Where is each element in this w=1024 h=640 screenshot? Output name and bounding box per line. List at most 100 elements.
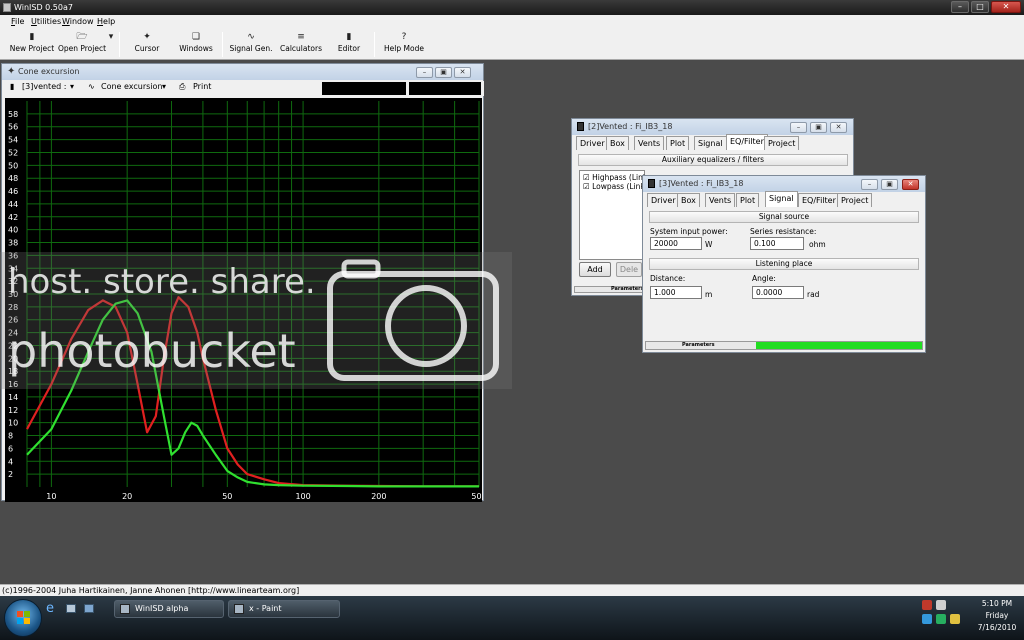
eq-window-title-bar[interactable]: [2]Vented : Fi_IB3_18 – ▣ ✕ bbox=[572, 119, 853, 135]
graph-toolbar: ▮ [3]vented : ▾ ∿ Cone excursion ▾ ⎙ Pri… bbox=[4, 81, 484, 96]
chevron-down-icon[interactable]: ▾ bbox=[162, 82, 166, 91]
y-tick-label: 4 bbox=[8, 457, 13, 466]
filter-list[interactable]: ☑ Highpass (Link ☑ Lowpass (Link bbox=[579, 170, 647, 260]
window-close-icon[interactable]: ✕ bbox=[830, 122, 847, 133]
update-icon[interactable] bbox=[922, 614, 932, 624]
tab-project[interactable]: Project bbox=[764, 136, 800, 150]
window-restore-icon[interactable]: ▣ bbox=[810, 122, 827, 133]
minimize-icon[interactable]: – bbox=[951, 1, 969, 13]
menu-utilities[interactable]: Utilities bbox=[31, 17, 61, 26]
y-tick-label: 50 bbox=[8, 161, 18, 170]
y-tick-label: 52 bbox=[8, 148, 18, 157]
dropdown-arrow-icon: ▾ bbox=[108, 32, 114, 42]
taskbar: e WinISD alpha x - Paint 5:10 PM Friday … bbox=[0, 596, 1024, 640]
taskbar-item-paint[interactable]: x - Paint bbox=[228, 600, 340, 618]
maximize-icon[interactable]: □ bbox=[971, 1, 989, 13]
window-restore-icon[interactable]: ▣ bbox=[435, 67, 452, 78]
window-minimize-icon[interactable]: – bbox=[416, 67, 433, 78]
tab-driver[interactable]: Driver bbox=[647, 193, 680, 207]
checkbox-icon[interactable]: ☑ bbox=[583, 182, 590, 191]
tray-app-icon[interactable] bbox=[950, 614, 960, 624]
tab-vents[interactable]: Vents bbox=[705, 193, 736, 207]
cursor-readout-x bbox=[322, 82, 406, 95]
graph-type-select[interactable]: Cone excursion bbox=[101, 82, 163, 91]
y-tick-label: 54 bbox=[8, 136, 18, 145]
antivirus-icon[interactable] bbox=[922, 600, 932, 610]
menu-bar: File Utilities Window Help bbox=[0, 15, 1024, 29]
print-button[interactable]: Print bbox=[193, 82, 211, 91]
window-close-icon[interactable]: ✕ bbox=[454, 67, 471, 78]
help-mode-button[interactable]: ? Help Mode bbox=[382, 31, 426, 59]
menu-file[interactable]: File bbox=[11, 17, 24, 26]
distance-unit: m bbox=[705, 290, 713, 299]
chevron-down-icon[interactable]: ▾ bbox=[70, 82, 74, 91]
network-icon[interactable] bbox=[936, 600, 946, 610]
add-filter-button[interactable]: Add bbox=[579, 262, 611, 277]
distance-field[interactable]: 1.000 bbox=[650, 286, 702, 299]
taskbar-item-winisd[interactable]: WinISD alpha bbox=[114, 600, 224, 618]
photobucket-watermark: host. store. share. photobucket bbox=[0, 252, 512, 389]
start-button[interactable] bbox=[4, 599, 42, 637]
x-tick-label: 200 bbox=[371, 492, 386, 501]
printer-icon: ⎙ bbox=[179, 82, 186, 91]
new-project-button[interactable]: ▮ New Project bbox=[8, 31, 56, 59]
windows-icon: ❏ bbox=[191, 32, 201, 42]
window-close-icon[interactable]: ✕ bbox=[902, 179, 919, 190]
menu-window[interactable]: Window bbox=[62, 17, 94, 26]
volume-icon[interactable] bbox=[936, 614, 946, 624]
tab-signal[interactable]: Signal bbox=[694, 136, 727, 150]
angle-field[interactable]: 0.0000 bbox=[752, 286, 804, 299]
x-tick-label: 10 bbox=[46, 492, 56, 501]
delete-filter-button[interactable]: Dele bbox=[616, 262, 642, 277]
switch-windows-icon[interactable] bbox=[84, 604, 94, 613]
project-select[interactable]: [3]vented : bbox=[22, 82, 66, 91]
window-minimize-icon[interactable]: – bbox=[790, 122, 807, 133]
window-restore-icon[interactable]: ▣ bbox=[881, 179, 898, 190]
list-item[interactable]: ☑ Highpass (Link bbox=[583, 173, 647, 182]
input-power-label: System input power: bbox=[650, 227, 728, 236]
cursor-button[interactable]: ✦ Cursor bbox=[126, 31, 168, 59]
taskbar-clock[interactable]: 5:10 PM Friday 7/16/2010 bbox=[974, 598, 1020, 634]
project-icon bbox=[577, 122, 584, 131]
tab-box[interactable]: Box bbox=[677, 193, 700, 207]
tab-eq-filter[interactable]: EQ/Filter bbox=[798, 193, 840, 207]
x-tick-label: 50 bbox=[222, 492, 232, 501]
ie-quicklaunch-icon[interactable]: e bbox=[46, 601, 54, 616]
tab-signal[interactable]: Signal bbox=[765, 191, 798, 207]
windows-button[interactable]: ❏ Windows bbox=[174, 31, 218, 59]
series-resistance-field[interactable]: 0.100 bbox=[750, 237, 804, 250]
window-minimize-icon[interactable]: – bbox=[861, 179, 878, 190]
editor-icon: ▮ bbox=[346, 32, 352, 42]
show-desktop-icon[interactable] bbox=[66, 604, 76, 613]
list-item[interactable]: ☑ Lowpass (Link bbox=[583, 182, 645, 191]
signal-gen-button[interactable]: ∿ Signal Gen. bbox=[228, 31, 274, 59]
project-icon bbox=[648, 179, 655, 188]
tab-eq-filter[interactable]: EQ/Filter bbox=[726, 134, 768, 150]
menu-help[interactable]: Help bbox=[97, 17, 115, 26]
y-tick-label: 58 bbox=[8, 110, 18, 119]
y-tick-label: 12 bbox=[8, 406, 18, 415]
tab-driver[interactable]: Driver bbox=[576, 136, 609, 150]
y-tick-label: 2 bbox=[8, 470, 13, 479]
tab-box[interactable]: Box bbox=[606, 136, 629, 150]
graph-window-title-bar[interactable]: ✦ Cone excursion – ▣ ✕ bbox=[2, 64, 483, 80]
main-toolbar: ▮ New Project 🗁 Open Project ▾ ✦ Cursor … bbox=[0, 29, 1024, 60]
tab-project[interactable]: Project bbox=[837, 193, 873, 207]
new-project-icon: ▮ bbox=[29, 32, 35, 42]
tab-plot[interactable]: Plot bbox=[736, 193, 760, 207]
tab-vents[interactable]: Vents bbox=[634, 136, 665, 150]
open-project-button[interactable]: 🗁 Open Project bbox=[57, 31, 107, 59]
open-project-dropdown[interactable]: ▾ bbox=[107, 31, 115, 59]
watermark-line1: host. store. share. bbox=[8, 262, 316, 302]
app-title-bar: WinISD 0.50a7 – □ ✕ bbox=[0, 0, 1024, 15]
tab-plot[interactable]: Plot bbox=[666, 136, 690, 150]
editor-button[interactable]: ▮ Editor bbox=[332, 31, 366, 59]
close-icon[interactable]: ✕ bbox=[991, 1, 1021, 13]
eq-window-title: [2]Vented : Fi_IB3_18 bbox=[588, 122, 673, 131]
signal-window-title-bar[interactable]: [3]Vented : Fi_IB3_18 – ▣ ✕ bbox=[643, 176, 925, 192]
y-tick-label: 38 bbox=[8, 239, 18, 248]
angle-label: Angle: bbox=[752, 274, 776, 283]
calculators-button[interactable]: ≡ Calculators bbox=[278, 31, 324, 59]
checkbox-icon[interactable]: ☑ bbox=[583, 173, 590, 182]
input-power-field[interactable]: 20000 bbox=[650, 237, 702, 250]
